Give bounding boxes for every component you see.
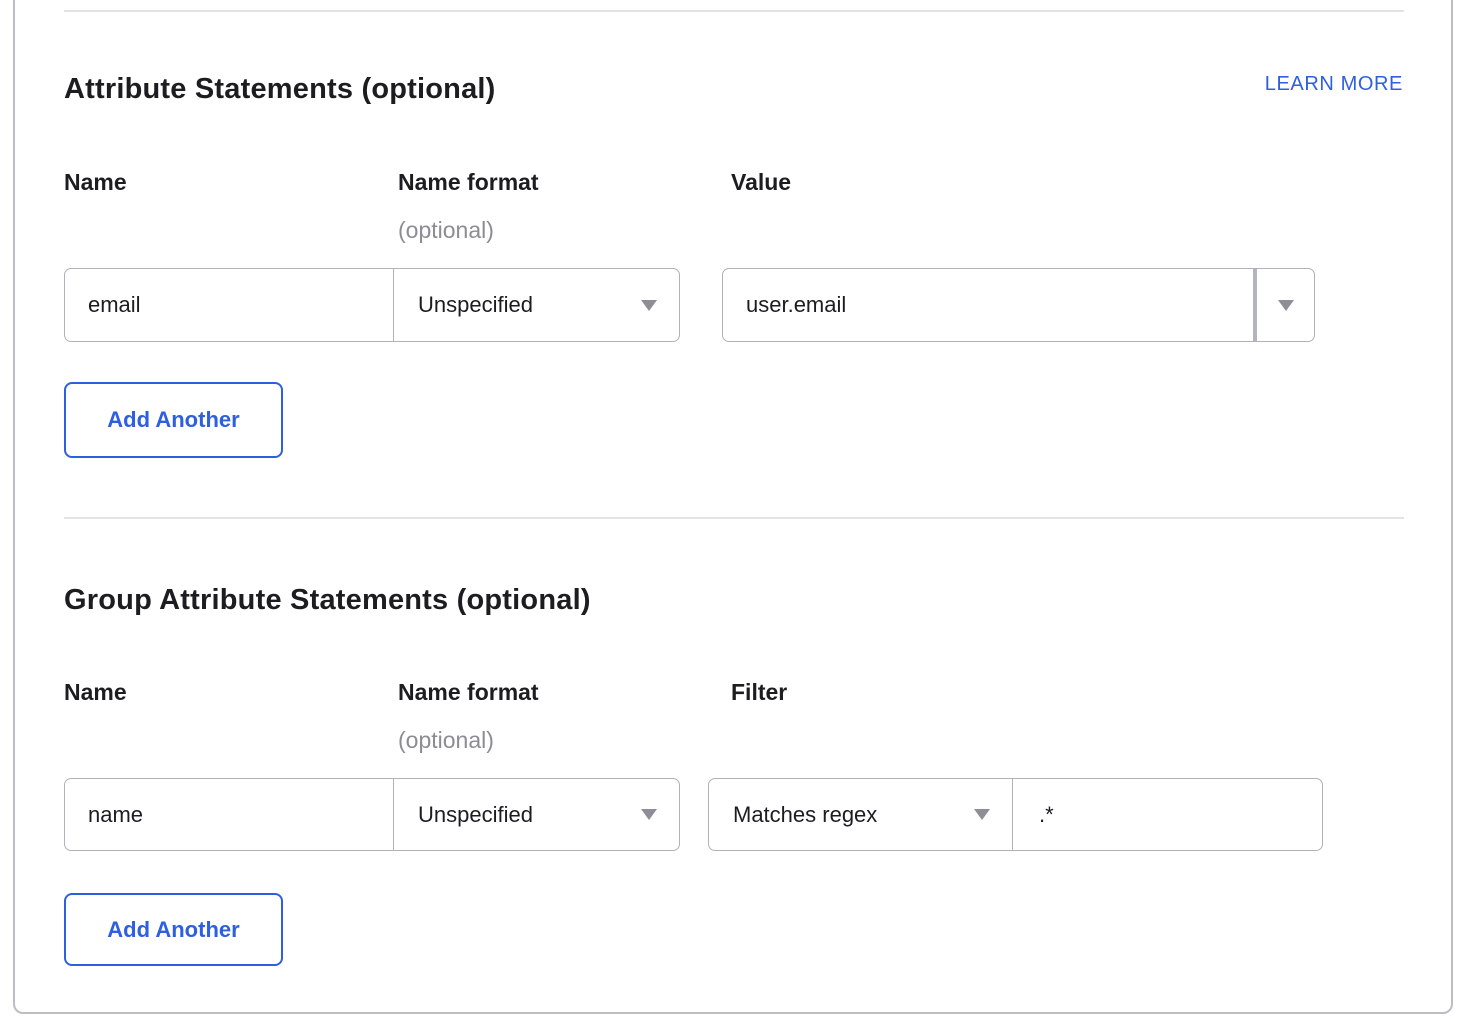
attr-value-group (722, 268, 1315, 342)
attr-value-column-header: Value (731, 169, 791, 196)
attr-value-dropdown-button[interactable] (1257, 269, 1314, 341)
group-name-format-selected-value: Unspecified (418, 802, 533, 828)
attr-name-and-format-group: Unspecified (64, 268, 680, 342)
dropdown-arrow-icon (974, 809, 990, 820)
attribute-statements-title: Attribute Statements (optional) (64, 73, 496, 106)
attr-name-column-header: Name (64, 169, 127, 196)
group-name-format-column-header: Name format (398, 679, 539, 706)
dropdown-arrow-icon (1278, 300, 1294, 311)
group-name-format-optional-label: (optional) (398, 727, 494, 754)
section-divider (64, 517, 1404, 519)
group-attribute-statements-title: Group Attribute Statements (optional) (64, 584, 591, 617)
top-divider (64, 10, 1404, 12)
group-filter-value-input[interactable] (1013, 779, 1322, 850)
settings-card (13, 0, 1453, 1014)
dropdown-arrow-icon (641, 809, 657, 820)
attr-name-format-selected-value: Unspecified (418, 292, 533, 318)
attr-value-input[interactable] (723, 269, 1253, 341)
attr-name-input[interactable] (65, 269, 393, 341)
group-name-and-format-group: Unspecified (64, 778, 680, 851)
attr-add-another-button[interactable]: Add Another (64, 382, 283, 458)
dropdown-arrow-icon (641, 300, 657, 311)
attr-name-format-column-header: Name format (398, 169, 539, 196)
group-filter-group: Matches regex (708, 778, 1323, 851)
group-name-format-select[interactable]: Unspecified (394, 779, 679, 850)
learn-more-link[interactable]: LEARN MORE (1265, 73, 1403, 96)
group-name-column-header: Name (64, 679, 127, 706)
attr-name-format-optional-label: (optional) (398, 217, 494, 244)
group-add-another-button[interactable]: Add Another (64, 893, 283, 966)
group-filter-type-select[interactable]: Matches regex (709, 779, 1013, 850)
group-filter-column-header: Filter (731, 679, 787, 706)
attr-name-format-select[interactable]: Unspecified (394, 269, 679, 341)
group-name-input[interactable] (65, 779, 393, 850)
group-filter-type-selected-value: Matches regex (733, 802, 877, 828)
